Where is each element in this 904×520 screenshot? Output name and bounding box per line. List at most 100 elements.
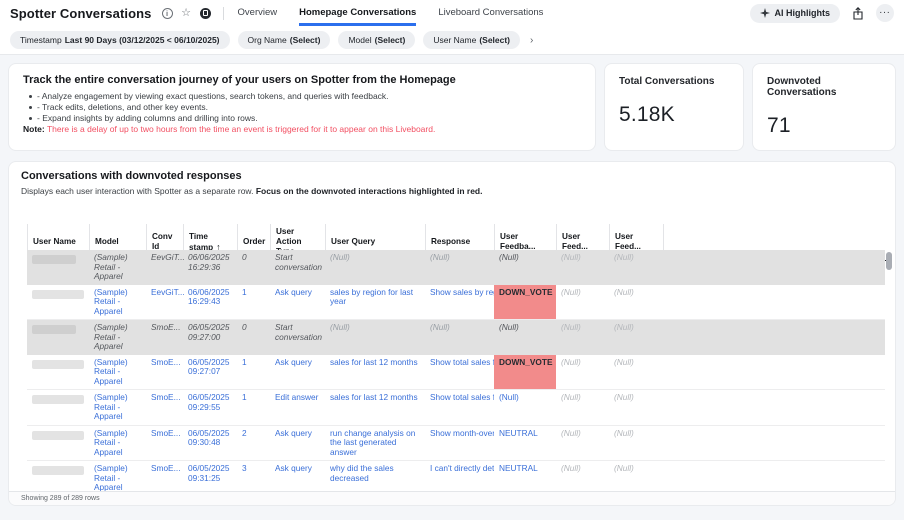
cell-user-feedback[interactable]: DOWN_VOTE	[494, 285, 556, 320]
cell-order[interactable]: 1	[237, 390, 270, 426]
kpi-total-conversations[interactable]: Total Conversations 5.18K	[604, 63, 744, 151]
cell-conv-id[interactable]: SmoE...	[146, 355, 183, 390]
info-icon[interactable]: i	[162, 8, 173, 19]
liveboard-header: Spotter Conversations i ☆ OverviewHomepa…	[0, 0, 904, 26]
intro-title: Track the entire conversation journey of…	[23, 74, 581, 86]
cell-user-feedback[interactable]: (Null)	[494, 390, 556, 426]
cell-action-type[interactable]: Ask query	[270, 355, 325, 390]
filter-chip-org-name[interactable]: Org Name(Select)	[238, 31, 331, 49]
cell-order[interactable]: 2	[237, 425, 270, 461]
vertical-scrollbar-thumb[interactable]	[886, 252, 892, 270]
cell-user-query: (Null)	[325, 250, 425, 285]
cell-user-feedback[interactable]: NEUTRAL	[494, 425, 556, 461]
cell-response[interactable]: Show total sales f...	[425, 390, 494, 426]
cell-user-feedback-3: (Null)	[609, 320, 663, 355]
cell-timestamp[interactable]: 06/05/2025 09:27:07	[183, 355, 237, 390]
cell-user-query[interactable]: sales for last 12 months	[325, 390, 425, 426]
cell-order[interactable]: 1	[237, 285, 270, 320]
cell-model: (Sample) Retail - Apparel	[89, 250, 146, 285]
cell-filler[interactable]	[663, 425, 885, 461]
cell-user-feedback: (Null)	[494, 320, 556, 355]
intro-bullet: - Analyze engagement by viewing exact qu…	[23, 91, 581, 102]
cell-user-feedback-3: (Null)	[609, 250, 663, 285]
cell-user-feedback-3[interactable]: (Null)	[609, 355, 663, 390]
table-row[interactable]: (Sample) Retail - ApparelSmoE...06/05/20…	[27, 390, 885, 426]
ai-highlights-label: AI Highlights	[775, 8, 831, 18]
cell-action-type[interactable]: Edit answer	[270, 390, 325, 426]
cell-model[interactable]: (Sample) Retail - Apparel	[89, 355, 146, 390]
filter-chip-model[interactable]: Model(Select)	[338, 31, 415, 49]
cell-user-feedback-3[interactable]: (Null)	[609, 285, 663, 320]
table-row[interactable]: (Sample) Retail - ApparelSmoE...06/05/20…	[27, 425, 885, 461]
filter-bar: TimestampLast 90 Days (03/12/2025 < 06/1…	[0, 26, 904, 55]
table-title: Conversations with downvoted responses	[21, 170, 883, 182]
cell-response[interactable]: Show month-over...	[425, 425, 494, 461]
cell-model[interactable]: (Sample) Retail - Apparel	[89, 390, 146, 426]
cell-action-type[interactable]: Ask query	[270, 425, 325, 461]
cell-user-query[interactable]: run change analysis on the last generate…	[325, 425, 425, 461]
redacted-user-name	[32, 466, 84, 475]
cell-user-name	[27, 320, 89, 355]
lock-icon[interactable]	[200, 8, 211, 19]
cell-conv-id: SmoE...	[146, 320, 183, 355]
cell-user-feedback-2[interactable]: (Null)	[556, 425, 609, 461]
table-row[interactable]: (Sample) Retail - ApparelEevGiT...06/06/…	[27, 250, 885, 285]
cell-timestamp[interactable]: 06/05/2025 09:29:55	[183, 390, 237, 426]
cell-user-name	[27, 250, 89, 285]
cell-response[interactable]: Show sales by reg...	[425, 285, 494, 320]
filter-chip-user-name[interactable]: User Name(Select)	[423, 31, 520, 49]
cell-user-query[interactable]: sales by region for last year	[325, 285, 425, 320]
cell-conv-id[interactable]: SmoE...	[146, 390, 183, 426]
cell-order: 0	[237, 320, 270, 355]
kpi-downvoted-conversations[interactable]: Downvoted Conversations 71	[752, 63, 896, 151]
star-icon[interactable]: ☆	[181, 8, 192, 19]
cell-user-name[interactable]	[27, 285, 89, 320]
kpi-value: 5.18K	[619, 103, 729, 127]
cell-response[interactable]: Show total sales f...	[425, 355, 494, 390]
cell-action-type[interactable]: Ask query	[270, 285, 325, 320]
cell-user-feedback[interactable]: DOWN_VOTE	[494, 355, 556, 390]
cell-timestamp[interactable]: 06/05/2025 09:30:48	[183, 425, 237, 461]
divider	[223, 7, 224, 20]
intro-bullet-list: - Analyze engagement by viewing exact qu…	[23, 91, 581, 124]
cell-action-type: Start conversation	[270, 250, 325, 285]
cell-user-feedback-2: (Null)	[556, 320, 609, 355]
cell-conv-id[interactable]: EevGiT...	[146, 285, 183, 320]
cell-timestamp[interactable]: 06/06/2025 16:29:43	[183, 285, 237, 320]
kpi-label: Total Conversations	[619, 76, 729, 87]
cell-response: (Null)	[425, 250, 494, 285]
tab-homepage-conversations[interactable]: Homepage Conversations	[299, 0, 416, 26]
cell-user-feedback-3[interactable]: (Null)	[609, 425, 663, 461]
table-row[interactable]: (Sample) Retail - ApparelSmoE...06/05/20…	[27, 355, 885, 390]
cell-filler	[663, 320, 885, 355]
tab-overview[interactable]: Overview	[238, 0, 278, 26]
filter-chip-timestamp[interactable]: TimestampLast 90 Days (03/12/2025 < 06/1…	[10, 31, 230, 49]
conversations-table-card: Conversations with downvoted responses D…	[8, 161, 896, 506]
tab-liveboard-conversations[interactable]: Liveboard Conversations	[438, 0, 543, 26]
cell-user-feedback-2[interactable]: (Null)	[556, 355, 609, 390]
cell-user-name[interactable]	[27, 425, 89, 461]
cell-user-name[interactable]	[27, 390, 89, 426]
intro-card: Track the entire conversation journey of…	[8, 63, 596, 151]
table-row[interactable]: (Sample) Retail - ApparelSmoE...06/05/20…	[27, 320, 885, 355]
cell-filler[interactable]	[663, 285, 885, 320]
cell-user-name[interactable]	[27, 355, 89, 390]
cell-filler[interactable]	[663, 390, 885, 426]
share-button[interactable]	[849, 4, 867, 22]
table-row[interactable]: (Sample) Retail - ApparelEevGiT...06/06/…	[27, 285, 885, 320]
cell-user-feedback-2[interactable]: (Null)	[556, 390, 609, 426]
cell-model[interactable]: (Sample) Retail - Apparel	[89, 285, 146, 320]
cell-user-feedback-3[interactable]: (Null)	[609, 390, 663, 426]
more-menu-button[interactable]: ...	[876, 4, 894, 22]
cell-conv-id[interactable]: SmoE...	[146, 425, 183, 461]
ai-highlights-button[interactable]: AI Highlights	[750, 4, 841, 23]
cell-order[interactable]: 1	[237, 355, 270, 390]
more-filters-chevron-icon[interactable]: ›	[528, 35, 535, 46]
cell-user-query[interactable]: sales for last 12 months	[325, 355, 425, 390]
cell-user-feedback-2: (Null)	[556, 250, 609, 285]
cell-model[interactable]: (Sample) Retail - Apparel	[89, 425, 146, 461]
kpi-value: 71	[767, 114, 881, 138]
cell-user-feedback-2[interactable]: (Null)	[556, 285, 609, 320]
kpi-label: Downvoted Conversations	[767, 76, 881, 98]
cell-filler[interactable]	[663, 355, 885, 390]
